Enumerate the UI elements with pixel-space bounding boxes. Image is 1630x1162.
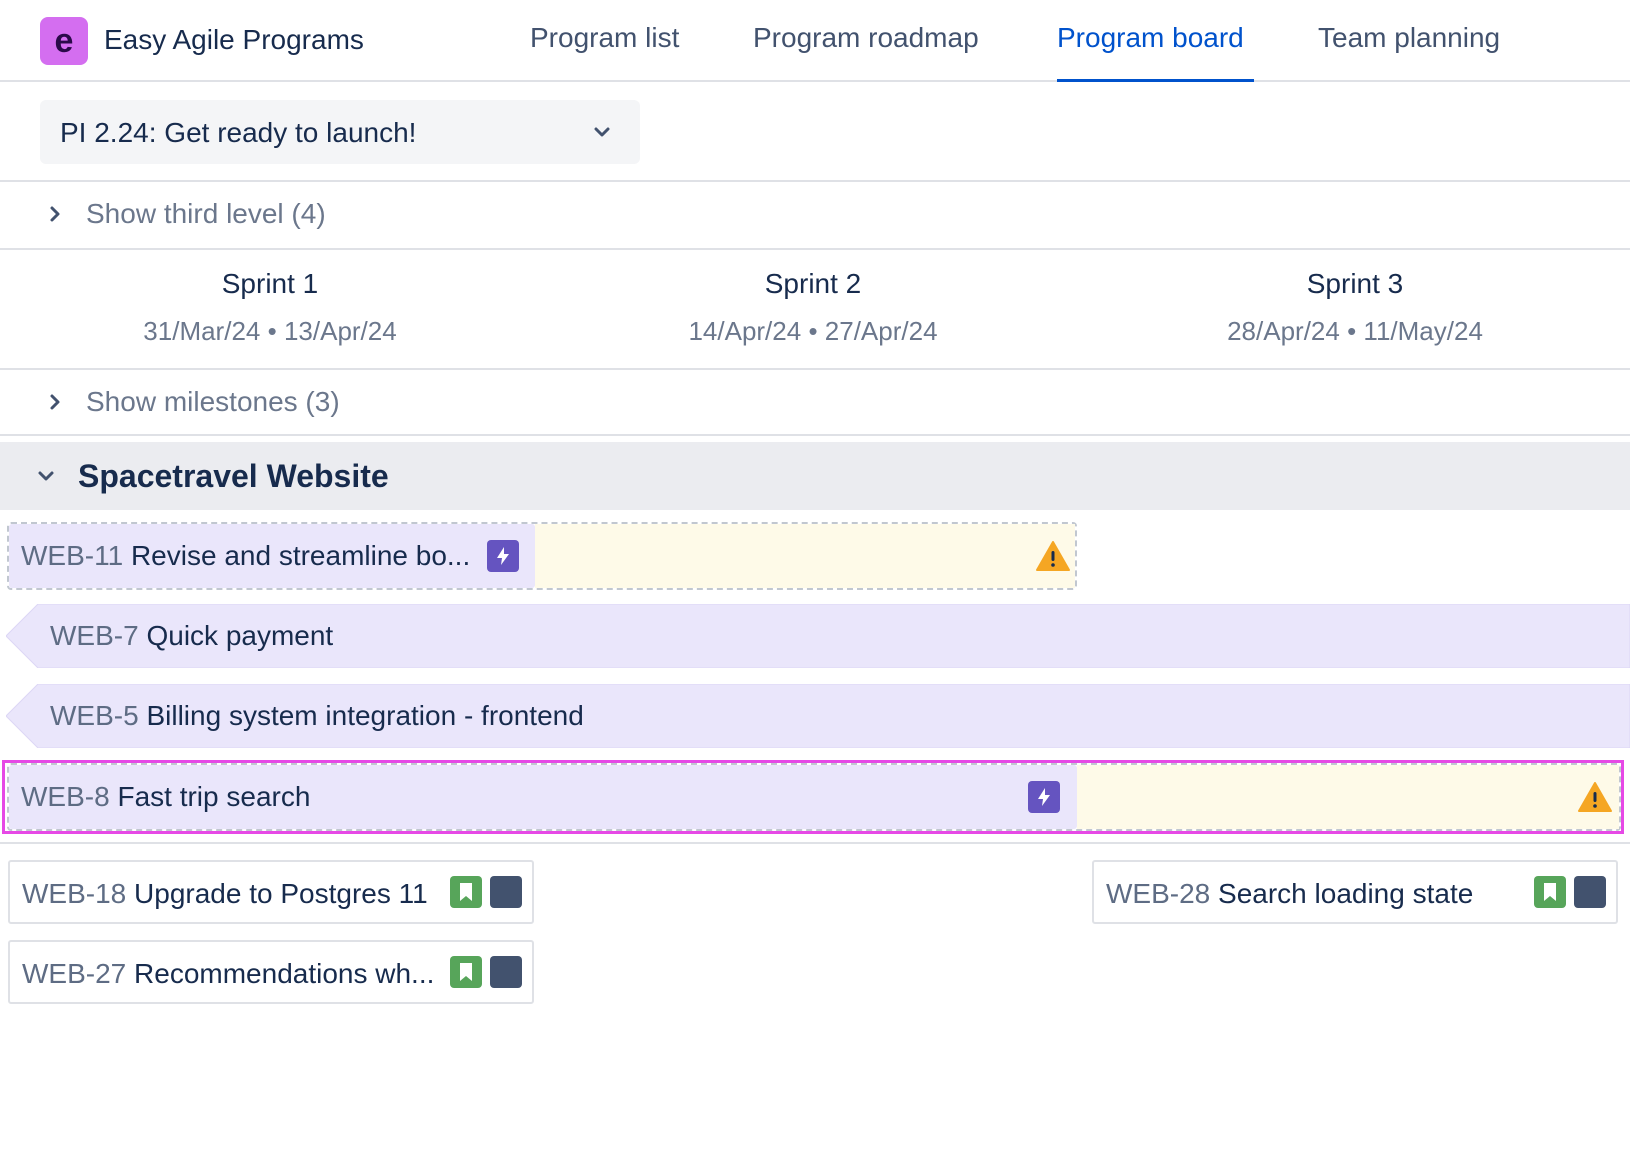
issue-key: WEB-11 <box>21 540 124 571</box>
story-card[interactable]: WEB-28 Search loading state <box>1092 860 1618 924</box>
feature-title: WEB-11 Revise and streamline bo... <box>21 540 481 572</box>
tab-program-board[interactable]: Program board <box>1057 22 1244 54</box>
team-row-header[interactable]: Spacetravel Website <box>0 442 1630 510</box>
chevron-right-icon <box>44 203 66 225</box>
divider <box>0 248 1630 250</box>
avatar <box>1574 876 1606 908</box>
show-milestones-label: Show milestones (3) <box>86 386 340 417</box>
sprint-column-header: Sprint 1 31/Mar/24 • 13/Apr/24 <box>0 268 540 347</box>
tab-program-list[interactable]: Program list <box>530 22 679 54</box>
tab-program-roadmap[interactable]: Program roadmap <box>753 22 979 54</box>
issue-key: WEB-18 <box>22 878 127 909</box>
pi-selector[interactable]: PI 2.24: Get ready to launch! <box>40 100 640 164</box>
warning-icon[interactable] <box>1035 540 1071 572</box>
bookmark-icon <box>450 876 482 908</box>
feature-title: WEB-5 Billing system integration - front… <box>50 700 584 732</box>
issue-summary: Billing system integration - frontend <box>146 700 584 731</box>
bookmark-icon <box>450 956 482 988</box>
date-separator: • <box>1347 316 1357 346</box>
pi-selector-value: PI 2.24: Get ready to launch! <box>60 117 417 148</box>
divider <box>0 842 1630 844</box>
issue-key: WEB-28 <box>1106 878 1211 909</box>
show-third-level-toggle[interactable]: Show third level (4) <box>0 182 1630 248</box>
sprint-start-date: 14/Apr/24 <box>688 316 802 346</box>
top-navigation: e Easy Agile Programs Program list Progr… <box>0 0 1630 82</box>
issue-key: WEB-5 <box>50 700 139 731</box>
lightning-icon <box>1028 781 1060 813</box>
story-title: WEB-18 Upgrade to Postgres 11 <box>22 878 452 910</box>
issue-summary: Fast trip search <box>117 781 311 812</box>
sprint-dates: 31/Mar/24 • 13/Apr/24 <box>0 316 540 347</box>
chevron-down-icon <box>592 122 612 142</box>
story-card[interactable]: WEB-18 Upgrade to Postgres 11 <box>8 860 534 924</box>
issue-summary: Recommendations wh... <box>134 958 435 989</box>
feature-bar[interactable]: WEB-5 Billing system integration - front… <box>6 684 1630 748</box>
logo-letter: e <box>54 22 74 60</box>
sprint-column-header: Sprint 2 14/Apr/24 • 27/Apr/24 <box>543 268 1083 347</box>
app-logo[interactable]: e <box>40 17 88 65</box>
sprint-start-date: 28/Apr/24 <box>1227 316 1340 346</box>
feature-card[interactable]: WEB-11 Revise and streamline bo... <box>9 524 535 588</box>
date-separator: • <box>267 316 277 346</box>
feature-row: WEB-11 Revise and streamline bo... <box>7 522 1077 590</box>
date-separator: • <box>808 316 818 346</box>
sprint-name: Sprint 3 <box>1306 268 1404 299</box>
sprint-end-date: 27/Apr/24 <box>824 316 938 346</box>
issue-summary: Upgrade to Postgres 11 <box>134 878 428 909</box>
tab-team-planning[interactable]: Team planning <box>1318 22 1500 54</box>
dependency-warning-area <box>1077 765 1619 829</box>
avatar <box>490 876 522 908</box>
sprint-name: Sprint 2 <box>764 268 862 299</box>
feature-bar[interactable]: WEB-7 Quick payment <box>6 604 1630 668</box>
chevron-right-icon <box>44 391 66 413</box>
warning-icon[interactable] <box>1577 781 1613 813</box>
sprint-start-date: 31/Mar/24 <box>143 316 261 346</box>
sprint-dates: 28/Apr/24 • 11/May/24 <box>1085 316 1625 347</box>
show-third-level-label: Show third level (4) <box>86 198 326 229</box>
issue-key: WEB-27 <box>22 958 127 989</box>
sprint-end-date: 11/May/24 <box>1363 316 1483 346</box>
chevron-down-icon <box>34 464 58 488</box>
sprint-dates: 14/Apr/24 • 27/Apr/24 <box>543 316 1083 347</box>
feature-title: WEB-8 Fast trip search <box>21 781 1021 813</box>
feature-row: WEB-8 Fast trip search <box>7 763 1621 831</box>
story-title: WEB-27 Recommendations wh... <box>22 958 452 990</box>
divider <box>0 434 1630 436</box>
issue-summary: Quick payment <box>146 620 334 651</box>
issue-key: WEB-8 <box>21 781 110 812</box>
bookmark-icon <box>1534 876 1566 908</box>
team-name: Spacetravel Website <box>78 458 389 494</box>
avatar <box>490 956 522 988</box>
issue-summary: Search loading state <box>1218 878 1474 909</box>
lightning-icon <box>487 540 519 572</box>
issue-summary: Revise and streamline bo... <box>130 540 471 571</box>
app-title: Easy Agile Programs <box>104 24 364 55</box>
dependency-warning-area <box>535 524 1075 588</box>
sprint-name: Sprint 1 <box>221 268 319 299</box>
sprint-column-header: Sprint 3 28/Apr/24 • 11/May/24 <box>1085 268 1625 347</box>
issue-key: WEB-7 <box>50 620 139 651</box>
sprint-end-date: 13/Apr/24 <box>283 316 397 346</box>
story-card[interactable]: WEB-27 Recommendations wh... <box>8 940 534 1004</box>
active-tab-indicator <box>1057 79 1254 82</box>
show-milestones-toggle[interactable]: Show milestones (3) <box>0 370 1630 436</box>
story-title: WEB-28 Search loading state <box>1106 878 1536 910</box>
feature-card[interactable]: WEB-8 Fast trip search <box>9 765 1077 829</box>
feature-title: WEB-7 Quick payment <box>50 620 333 652</box>
